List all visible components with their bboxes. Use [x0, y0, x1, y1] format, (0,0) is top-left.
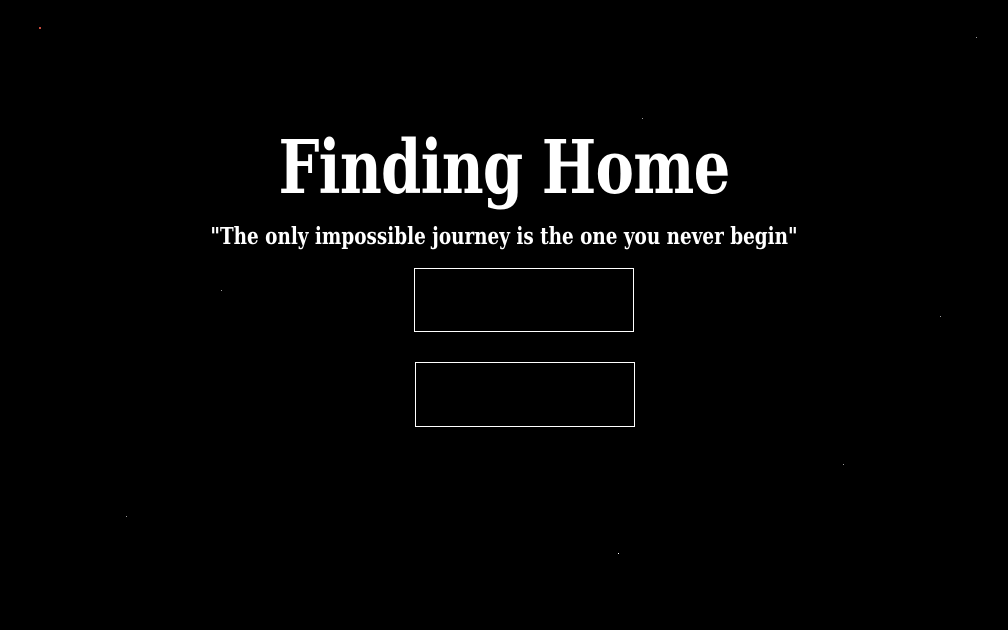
game-title: Finding Home [278, 125, 730, 211]
starfield-background: Finding Home "The only impossible journe… [0, 0, 1008, 630]
menu-button-1[interactable] [414, 268, 634, 332]
star [976, 37, 977, 38]
star [221, 290, 222, 291]
game-tagline: "The only impossible journey is the one … [210, 223, 798, 250]
menu-button-2[interactable] [415, 362, 635, 427]
star [126, 516, 127, 517]
red-star [39, 27, 41, 29]
star [940, 316, 941, 317]
star [843, 464, 844, 465]
star [618, 553, 619, 554]
